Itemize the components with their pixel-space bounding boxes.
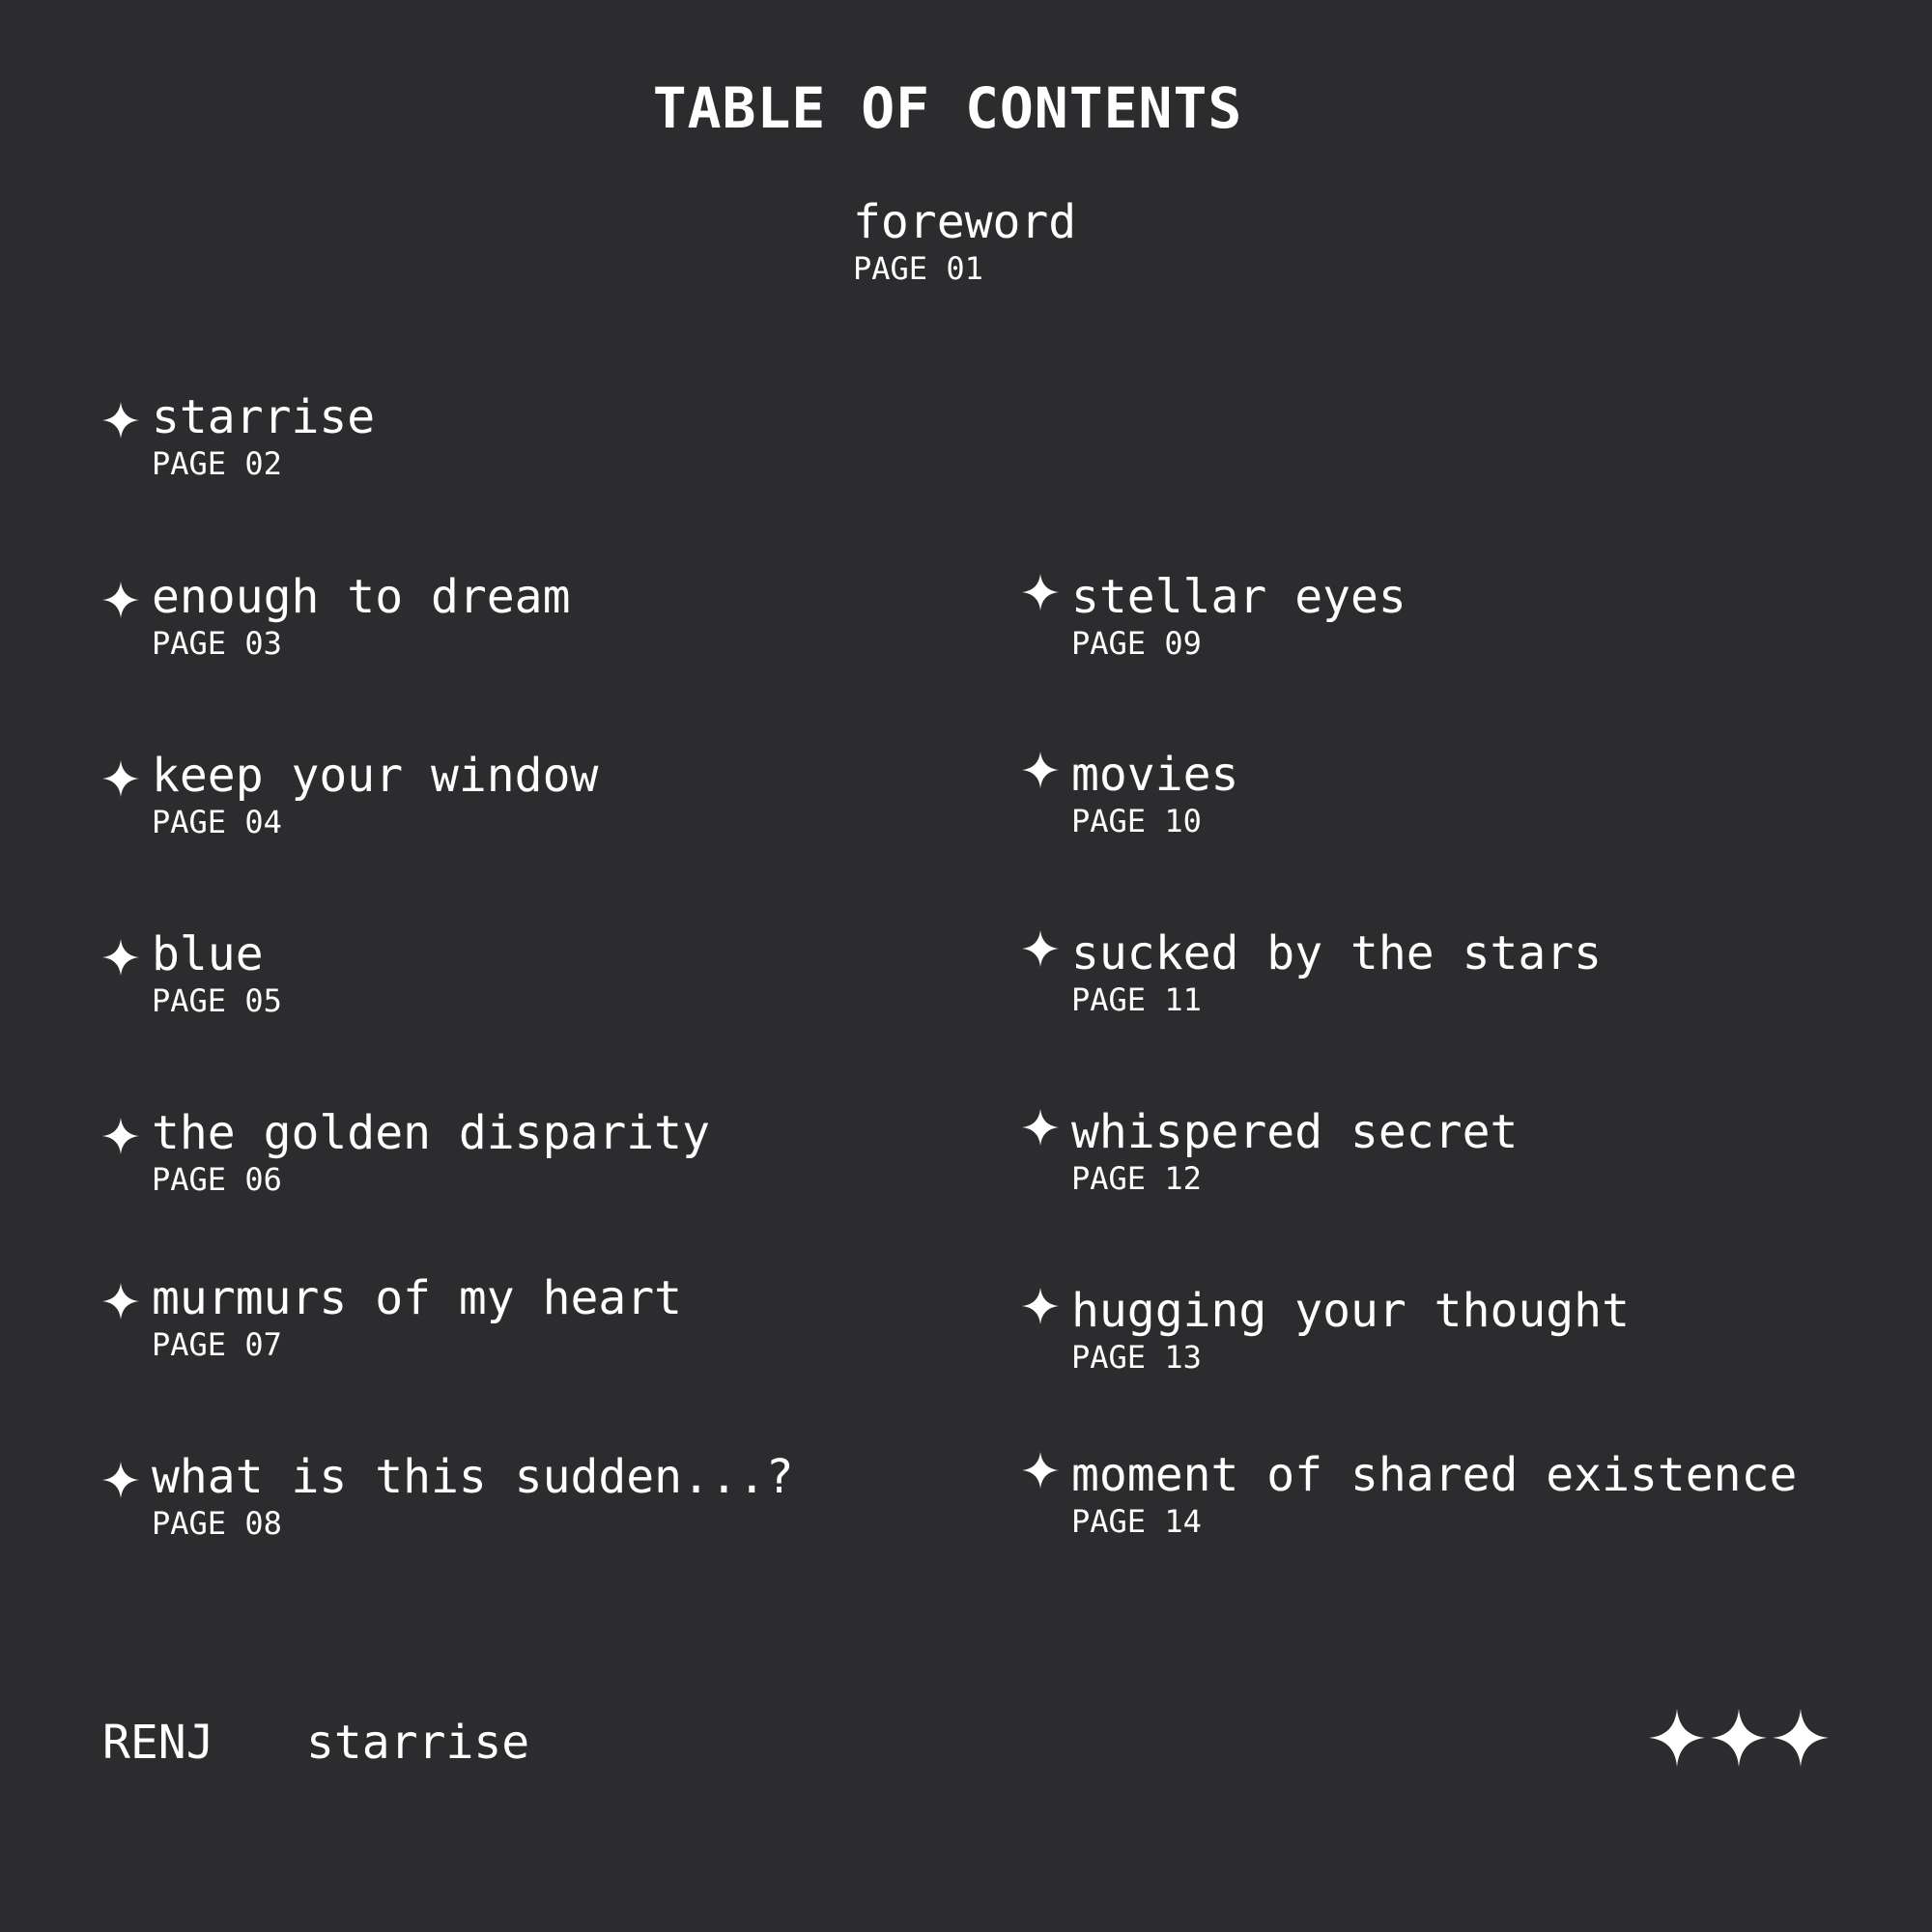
sparkle-star-icon	[102, 1118, 139, 1154]
sparkle-star-icon	[102, 939, 139, 976]
toc-entry-page: PAGE 01	[853, 250, 983, 287]
toc-entry[interactable]: movies PAGE 10	[1022, 746, 1239, 839]
toc-entry-page: PAGE 03	[152, 625, 282, 662]
toc-entry-name: moment of shared existence	[1071, 1448, 1798, 1502]
toc-entry-name: murmurs of my heart	[152, 1271, 683, 1325]
sparkle-star-icon	[1022, 574, 1059, 611]
toc-entry-foreword[interactable]: foreword PAGE 01	[853, 193, 1076, 286]
toc-entry-page: PAGE 04	[152, 804, 282, 840]
toc-entry-name: whispered secret	[1071, 1105, 1519, 1159]
sparkle-star-icon	[1022, 1288, 1059, 1324]
toc-entry-page: PAGE 14	[1071, 1503, 1202, 1540]
toc-entry[interactable]: moment of shared existence PAGE 14	[1022, 1446, 1798, 1540]
toc-entry-page: PAGE 13	[1071, 1339, 1202, 1376]
sparkle-star-icon	[102, 760, 139, 797]
toc-entry-name: sucked by the stars	[1071, 926, 1603, 980]
footer-brand: starrise	[306, 1716, 530, 1770]
toc-entry-name: movies	[1071, 748, 1239, 802]
toc-entry-name: hugging your thought	[1071, 1284, 1630, 1338]
toc-entry-page: PAGE 11	[1071, 981, 1202, 1018]
toc-entry-name: stellar eyes	[1071, 570, 1406, 624]
toc-entry[interactable]: stellar eyes PAGE 09	[1022, 568, 1406, 662]
toc-entry-page: PAGE 12	[1071, 1160, 1202, 1197]
toc-entry[interactable]: enough to dream PAGE 03	[102, 568, 571, 662]
sparkle-star-icon	[1022, 1109, 1059, 1146]
sparkle-star-icon	[102, 1462, 139, 1498]
toc-entry[interactable]: whispered secret PAGE 12	[1022, 1103, 1519, 1197]
toc-entry[interactable]: what is this sudden...? PAGE 08	[102, 1448, 794, 1542]
toc-entry-name: starrise	[152, 390, 376, 444]
toc-entry-name: blue	[152, 927, 264, 981]
toc-entry-name: what is this sudden...?	[152, 1450, 794, 1504]
table-of-contents-page: TABLE OF CONTENTS foreword PAGE 01 starr…	[0, 0, 1932, 1932]
toc-entry-page: PAGE 08	[152, 1505, 282, 1542]
toc-entry-page: PAGE 06	[152, 1161, 282, 1198]
toc-entry[interactable]: keep your window PAGE 04	[102, 747, 599, 840]
toc-entry-name: keep your window	[152, 749, 599, 803]
page-title: TABLE OF CONTENTS	[652, 75, 1243, 141]
toc-entry-page: PAGE 09	[1071, 625, 1202, 662]
sparkle-star-icon	[1022, 1452, 1059, 1489]
toc-entry-name: the golden disparity	[152, 1106, 710, 1160]
sparkle-star-icon	[102, 402, 139, 439]
toc-entry[interactable]: hugging your thought PAGE 13	[1022, 1282, 1630, 1376]
toc-entry-page: PAGE 02	[152, 445, 282, 482]
toc-entry[interactable]: blue PAGE 05	[102, 925, 282, 1019]
toc-entry[interactable]: murmurs of my heart PAGE 07	[102, 1269, 683, 1363]
toc-entry-page: PAGE 05	[152, 982, 282, 1019]
three-sparkle-stars-icon	[1649, 1709, 1829, 1767]
toc-entry-name: foreword	[853, 195, 1077, 249]
toc-entry-page: PAGE 07	[152, 1326, 282, 1363]
toc-entry-name: enough to dream	[152, 570, 571, 624]
footer-author: RENJ	[102, 1716, 214, 1770]
sparkle-star-icon	[102, 1283, 139, 1320]
toc-entry-page: PAGE 10	[1071, 803, 1202, 839]
sparkle-star-icon	[1022, 930, 1059, 967]
sparkle-star-icon	[1022, 752, 1059, 788]
toc-entry[interactable]: the golden disparity PAGE 06	[102, 1104, 710, 1198]
toc-entry[interactable]: sucked by the stars PAGE 11	[1022, 924, 1603, 1018]
toc-entry[interactable]: starrise PAGE 02	[102, 388, 376, 482]
sparkle-star-icon	[102, 582, 139, 618]
